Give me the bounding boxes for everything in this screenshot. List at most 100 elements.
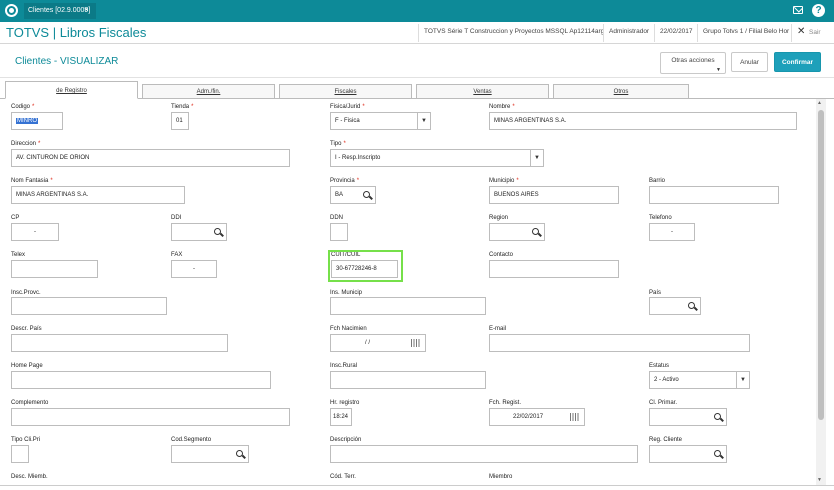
close-icon[interactable]: ✕ [797, 26, 805, 37]
pais-field[interactable] [649, 297, 701, 315]
window-titlebar: Clientes [02.9.0009] × ? [0, 0, 834, 22]
cli-primar-field[interactable] [649, 408, 727, 426]
scroll-thumb[interactable] [818, 110, 824, 420]
chevron-down-icon[interactable]: ▼ [716, 67, 721, 73]
email-field[interactable] [489, 334, 750, 352]
mail-icon[interactable] [793, 6, 803, 14]
calendar-icon[interactable] [570, 413, 579, 421]
tipo-select[interactable]: I - Resp.Inscripto ▼ [330, 149, 544, 167]
required-mark: * [191, 104, 194, 110]
search-icon[interactable] [363, 191, 370, 198]
barrio-field[interactable] [649, 186, 779, 204]
fisica-jurid-select[interactable]: F - Fisica ▼ [330, 112, 431, 130]
required-mark: * [38, 141, 41, 147]
provincia-label-text: Provincia [330, 178, 355, 184]
municipio-field[interactable]: BUENOS AIRES [489, 186, 619, 204]
descripcion-label: Descripción [330, 437, 362, 443]
contacto-field[interactable] [489, 260, 619, 278]
tab-adm-fin[interactable]: Adm./fin. [142, 84, 275, 98]
telex-label: Telex [11, 252, 26, 258]
reg-cliente-label: Reg. Cliente [649, 437, 683, 443]
branch-info[interactable]: Grupo Totvs 1 / Filial Belo Hor [703, 28, 789, 42]
search-icon[interactable] [236, 450, 243, 457]
chevron-down-icon[interactable]: ▼ [417, 113, 430, 129]
insc-provc-label: Insc.Provc. [11, 290, 41, 296]
header-divider [697, 24, 698, 42]
chevron-down-icon[interactable]: ▼ [530, 150, 543, 166]
fch-regist-value: 22/02/2017 [513, 414, 544, 420]
confirm-button[interactable]: Confirmar [774, 52, 821, 72]
codigo-field[interactable]: MINRO [11, 112, 63, 130]
telex-field[interactable] [11, 260, 98, 278]
search-icon[interactable] [714, 450, 721, 457]
estatus-label: Estatus [649, 363, 670, 369]
scroll-down-icon[interactable]: ▼ [817, 477, 822, 483]
reg-cliente-field[interactable] [649, 445, 727, 463]
tienda-field[interactable]: 01 [171, 112, 189, 130]
ins-municip-field[interactable] [330, 297, 486, 315]
app-header: TOTVS | Libros Fiscales TOTVS Série T Co… [0, 22, 834, 44]
municipio-label: Municipio * [489, 178, 519, 184]
cp-field[interactable]: - [11, 223, 59, 241]
tab-otros[interactable]: Otros [553, 84, 689, 98]
help-icon[interactable]: ? [812, 4, 825, 17]
complemento-field[interactable] [11, 408, 290, 426]
other-actions-label: Otras acciones [671, 57, 715, 64]
insc-provc-field[interactable] [11, 297, 167, 315]
telefono-label: Telefono [649, 215, 672, 221]
hr-registro-field[interactable]: 18:24 [330, 408, 352, 426]
required-mark: * [50, 178, 53, 184]
cod-segmento-field[interactable] [171, 445, 249, 463]
header-date: 22/02/2017 [660, 28, 693, 35]
header-divider [418, 24, 419, 42]
company-info[interactable]: TOTVS Série T Construccion y Proyectos M… [424, 28, 604, 42]
complemento-label: Complemento [11, 400, 49, 406]
header-divider [654, 24, 655, 42]
codigo-label-text: Codigo [11, 104, 31, 110]
header-divider [791, 24, 792, 42]
search-icon[interactable] [714, 413, 721, 420]
contacto-label: Contacto [489, 252, 514, 258]
cancel-button[interactable]: Anular [731, 52, 768, 72]
nom-fantasia-field[interactable]: MINAS ARGENTINAS S.A. [11, 186, 185, 204]
search-icon[interactable] [688, 302, 695, 309]
direccion-field[interactable]: AV. CINTURON DE ORION [11, 149, 290, 167]
search-icon[interactable] [532, 228, 539, 235]
search-icon[interactable] [214, 228, 221, 235]
client-form: Codigo * MINRO Tienda * 01 Fisica/Jurid * F… [0, 99, 816, 485]
user-name[interactable]: Administrador [609, 28, 649, 42]
insc-rural-field[interactable] [330, 371, 486, 389]
descripcion-field[interactable] [330, 445, 638, 463]
descr-pais-field[interactable] [11, 334, 228, 352]
ins-municip-label: Ins. Municip [330, 290, 363, 296]
tab-close-icon[interactable]: × [84, 5, 89, 14]
hr-registro-label: Hr. registro [330, 400, 360, 406]
provincia-field[interactable]: BA [330, 186, 376, 204]
tipo-clipri-label: Tipo Cli.Pri [11, 437, 41, 443]
desc-miemb-label: Desc. Miemb. [11, 474, 48, 480]
nombre-field[interactable]: MINAS ARGENTINAS S.A. [489, 112, 797, 130]
fax-field[interactable]: - [171, 260, 217, 278]
region-field[interactable] [489, 223, 545, 241]
chevron-down-icon[interactable]: ▼ [736, 372, 749, 388]
fch-regist-field[interactable]: 22/02/2017 [489, 408, 585, 426]
estatus-select[interactable]: 2 - Activo ▼ [649, 371, 750, 389]
tipo-clipri-field[interactable] [11, 445, 29, 463]
ddn-field[interactable] [330, 223, 348, 241]
telefono-field[interactable]: - [649, 223, 695, 241]
exit-label[interactable]: Sair [809, 29, 821, 36]
home-page-field[interactable] [11, 371, 271, 389]
codigo-label: Codigo * [11, 104, 34, 110]
cuit-highlight-box [328, 250, 403, 282]
fisica-jurid-label-text: Fisica/Jurid [330, 104, 361, 110]
fch-nacimien-field[interactable]: / / [330, 334, 426, 352]
ddi-field[interactable] [171, 223, 227, 241]
tab-fiscales[interactable]: Fiscales [279, 84, 412, 98]
required-mark: * [343, 141, 346, 147]
provincia-label: Provincia * [330, 178, 359, 184]
scroll-up-icon[interactable]: ▲ [817, 100, 822, 106]
nombre-label: Nombre * [489, 104, 515, 110]
calendar-icon[interactable] [411, 339, 420, 347]
tab-registro[interactable]: de Registro [5, 81, 138, 99]
tab-ventas[interactable]: Ventas [416, 84, 549, 98]
